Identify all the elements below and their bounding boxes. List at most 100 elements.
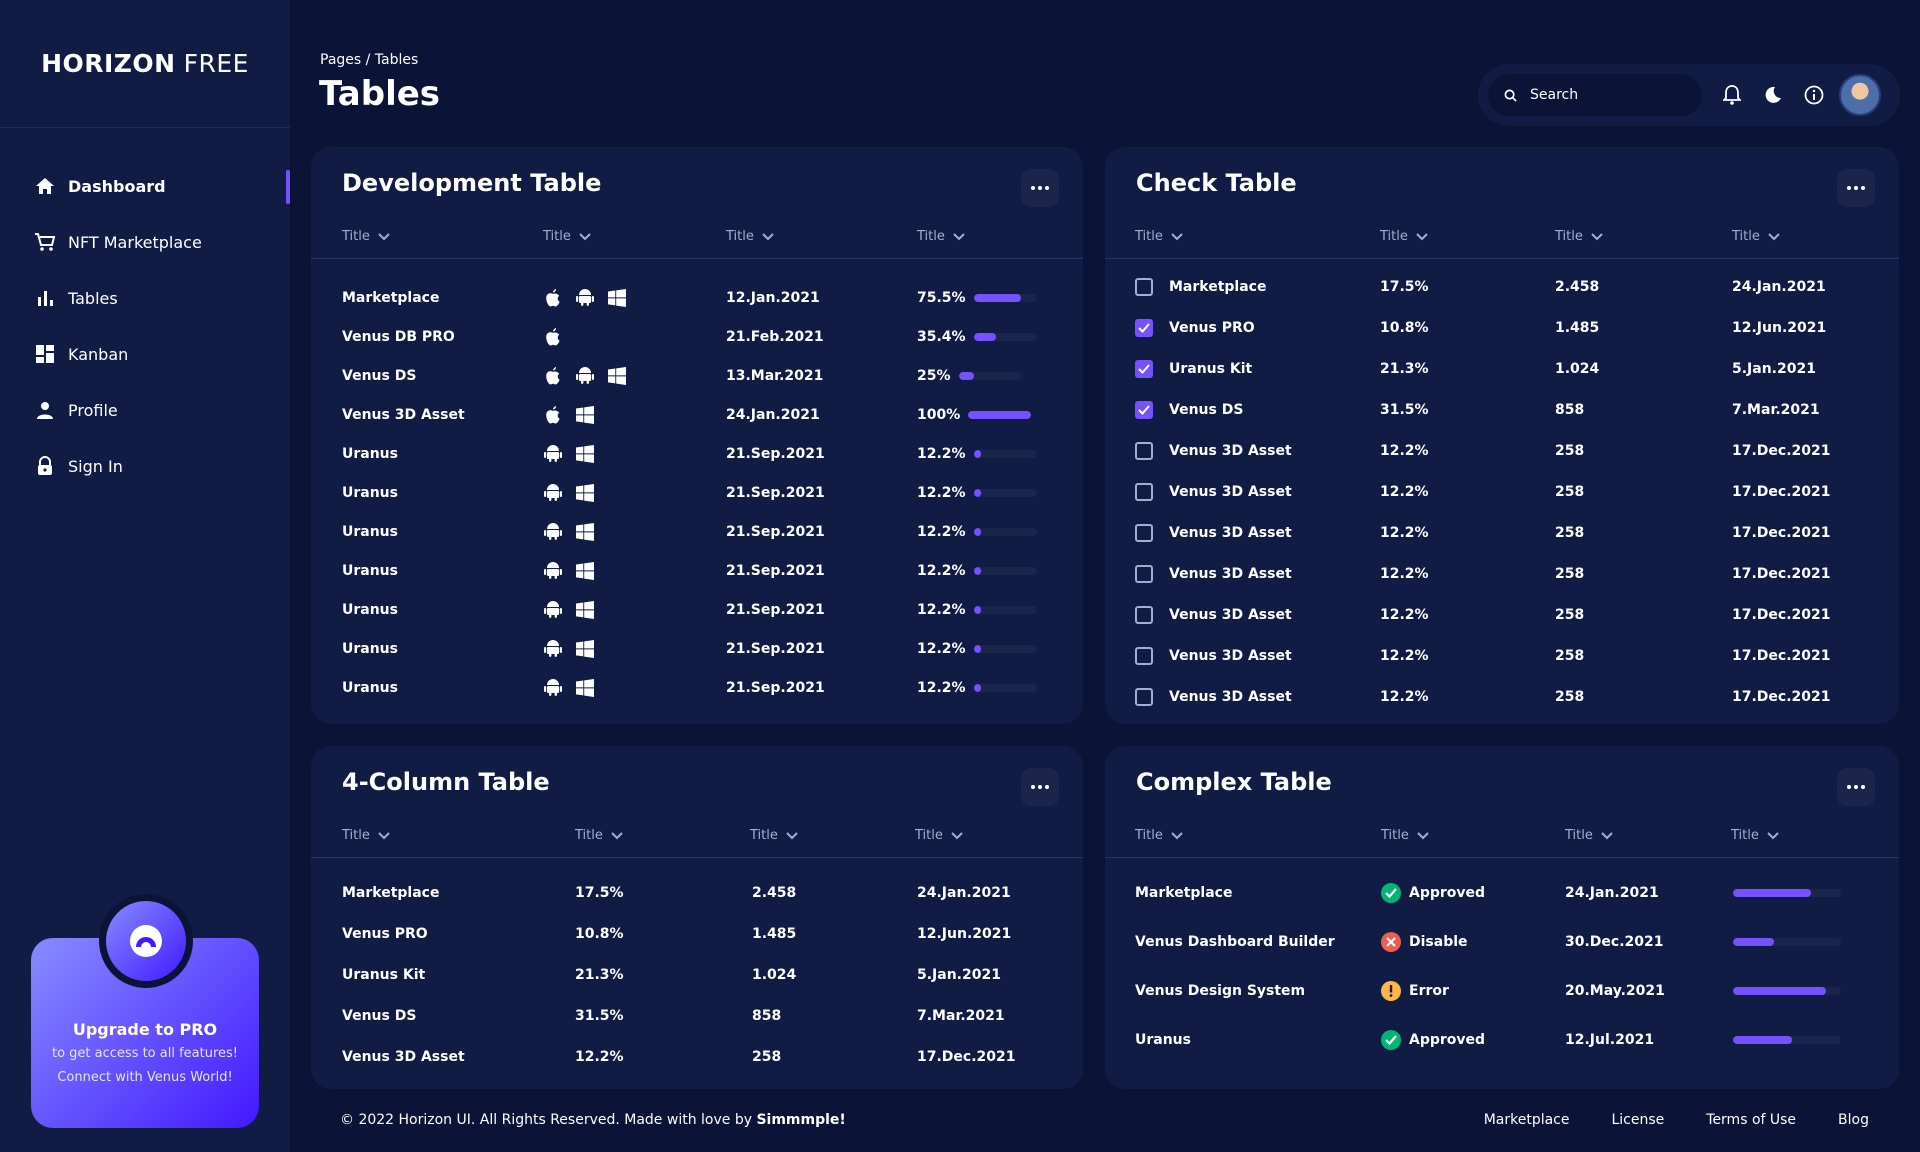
bell-icon[interactable] xyxy=(1721,84,1743,106)
top-toolbar: Search xyxy=(1478,64,1900,126)
footer-link-terms-of-use[interactable]: Terms of Use xyxy=(1706,1112,1796,1128)
row-progress: 25% xyxy=(917,361,1022,391)
sidebar-item-tables[interactable]: Tables xyxy=(0,270,290,326)
row-quantity: 258 xyxy=(1555,648,1585,664)
row-checkbox[interactable] xyxy=(1135,647,1153,665)
column-header[interactable]: Title xyxy=(1135,828,1183,843)
row-checkbox[interactable] xyxy=(1135,565,1153,583)
row-name: Venus 3D Asset xyxy=(1169,566,1292,582)
progress-label: 12.2% xyxy=(917,524,966,540)
error-status-icon xyxy=(1381,981,1401,1001)
progress-fill xyxy=(1733,938,1775,946)
column-header[interactable]: Title xyxy=(342,828,390,843)
platform-icons xyxy=(543,283,639,313)
column-header[interactable]: Title xyxy=(1380,229,1428,244)
progress-fill xyxy=(1733,987,1826,995)
table-row: Uranus 21.Sep.2021 12.2% xyxy=(311,556,1083,586)
search-input[interactable]: Search xyxy=(1488,74,1702,116)
android-icon xyxy=(543,678,563,698)
approved-status-icon xyxy=(1381,1030,1401,1050)
row-name: Uranus xyxy=(342,602,398,618)
footer-link-marketplace[interactable]: Marketplace xyxy=(1484,1112,1570,1128)
row-quantity: 858 xyxy=(752,1008,782,1024)
column-header-label: Title xyxy=(1555,229,1583,244)
row-checkbox[interactable] xyxy=(1135,606,1153,624)
column-header[interactable]: Title xyxy=(750,828,798,843)
sidebar-item-dashboard[interactable]: Dashboard xyxy=(0,158,290,214)
progress-fill xyxy=(973,528,982,536)
row-progress: 31.5% xyxy=(575,1008,624,1024)
column-header[interactable]: Title xyxy=(1135,229,1183,244)
row-checkbox[interactable] xyxy=(1135,278,1153,296)
row-progress: 12.2% xyxy=(917,673,1037,703)
row-checkbox[interactable] xyxy=(1135,524,1153,542)
table-row: Uranus 21.Sep.2021 12.2% xyxy=(311,439,1083,469)
column-header[interactable]: Title xyxy=(917,229,965,244)
progress-fill xyxy=(958,372,975,380)
column-header[interactable]: Title xyxy=(1732,229,1780,244)
column-header[interactable]: Title xyxy=(543,229,591,244)
chevron-down-icon xyxy=(1171,830,1183,842)
brand-logo[interactable]: HORIZON FREE xyxy=(0,0,290,128)
column-header[interactable]: Title xyxy=(1731,828,1779,843)
row-name: Venus 3D Asset xyxy=(342,407,465,423)
column-header[interactable]: Title xyxy=(726,229,774,244)
sidebar-item-sign-in[interactable]: Sign In xyxy=(0,438,290,494)
footer-link-blog[interactable]: Blog xyxy=(1838,1112,1869,1128)
more-menu-button[interactable] xyxy=(1837,768,1875,806)
sidebar: HORIZON FREE Dashboard NFT Marketplace Tab… xyxy=(0,0,290,1152)
column-header-label: Title xyxy=(1731,828,1759,843)
row-date: 30.Dec.2021 xyxy=(1565,934,1664,950)
sidebar-item-kanban[interactable]: Kanban xyxy=(0,326,290,382)
author-link[interactable]: Simmmple! xyxy=(756,1112,845,1128)
android-icon xyxy=(543,444,563,464)
column-header[interactable]: Title xyxy=(1381,828,1429,843)
row-quantity: 258 xyxy=(1555,443,1585,459)
avatar[interactable] xyxy=(1839,74,1881,116)
row-name: Venus Dashboard Builder xyxy=(1135,934,1335,950)
chevron-down-icon xyxy=(611,830,623,842)
column-header[interactable]: Title xyxy=(342,229,390,244)
footer-link-license[interactable]: License xyxy=(1611,1112,1664,1128)
platform-icons xyxy=(543,595,607,625)
row-name: Marketplace xyxy=(342,290,440,306)
row-date: 17.Dec.2021 xyxy=(1732,443,1831,459)
column-header[interactable]: Title xyxy=(575,828,623,843)
row-checkbox[interactable] xyxy=(1135,483,1153,501)
table-header: Title Title Title Title xyxy=(1105,828,1899,858)
column-header[interactable]: Title xyxy=(1555,229,1603,244)
row-checkbox[interactable] xyxy=(1135,401,1153,419)
table-row: Venus PRO 10.8% 1.485 12.Jun.2021 xyxy=(311,919,1083,949)
upgrade-promo-card[interactable]: Upgrade to PRO to get access to all feat… xyxy=(31,894,259,1128)
row-date: 17.Dec.2021 xyxy=(917,1049,1016,1065)
platform-icons xyxy=(543,634,607,664)
moon-icon[interactable] xyxy=(1762,84,1784,106)
row-progress: 12.2% xyxy=(917,478,1037,508)
table-row: Uranus 21.Sep.2021 12.2% xyxy=(311,478,1083,508)
sidebar-item-label: Tables xyxy=(68,288,118,308)
more-menu-button[interactable] xyxy=(1837,169,1875,207)
table-row: Marketplace 12.Jan.2021 75.5% xyxy=(311,283,1083,313)
row-date: 17.Dec.2021 xyxy=(1732,648,1831,664)
progress-label: 35.4% xyxy=(917,329,966,345)
row-checkbox[interactable] xyxy=(1135,442,1153,460)
row-checkbox[interactable] xyxy=(1135,319,1153,337)
row-checkbox[interactable] xyxy=(1135,360,1153,378)
person-icon xyxy=(34,399,56,421)
column-header[interactable]: Title xyxy=(1565,828,1613,843)
row-date: 17.Dec.2021 xyxy=(1732,525,1831,541)
sidebar-item-profile[interactable]: Profile xyxy=(0,382,290,438)
row-name: Uranus xyxy=(342,446,398,462)
search-icon xyxy=(1504,87,1520,103)
breadcrumb[interactable]: Pages / Tables xyxy=(320,52,418,68)
table-row: Uranus 21.Sep.2021 12.2% xyxy=(311,517,1083,547)
brand-bold: HORIZON xyxy=(41,49,176,78)
column-header[interactable]: Title xyxy=(915,828,963,843)
more-menu-button[interactable] xyxy=(1021,169,1059,207)
row-checkbox[interactable] xyxy=(1135,688,1153,706)
info-icon[interactable] xyxy=(1803,84,1825,106)
row-quantity: 258 xyxy=(1555,525,1585,541)
more-menu-button[interactable] xyxy=(1021,768,1059,806)
platform-icons xyxy=(543,478,607,508)
sidebar-item-nft-marketplace[interactable]: NFT Marketplace xyxy=(0,214,290,270)
